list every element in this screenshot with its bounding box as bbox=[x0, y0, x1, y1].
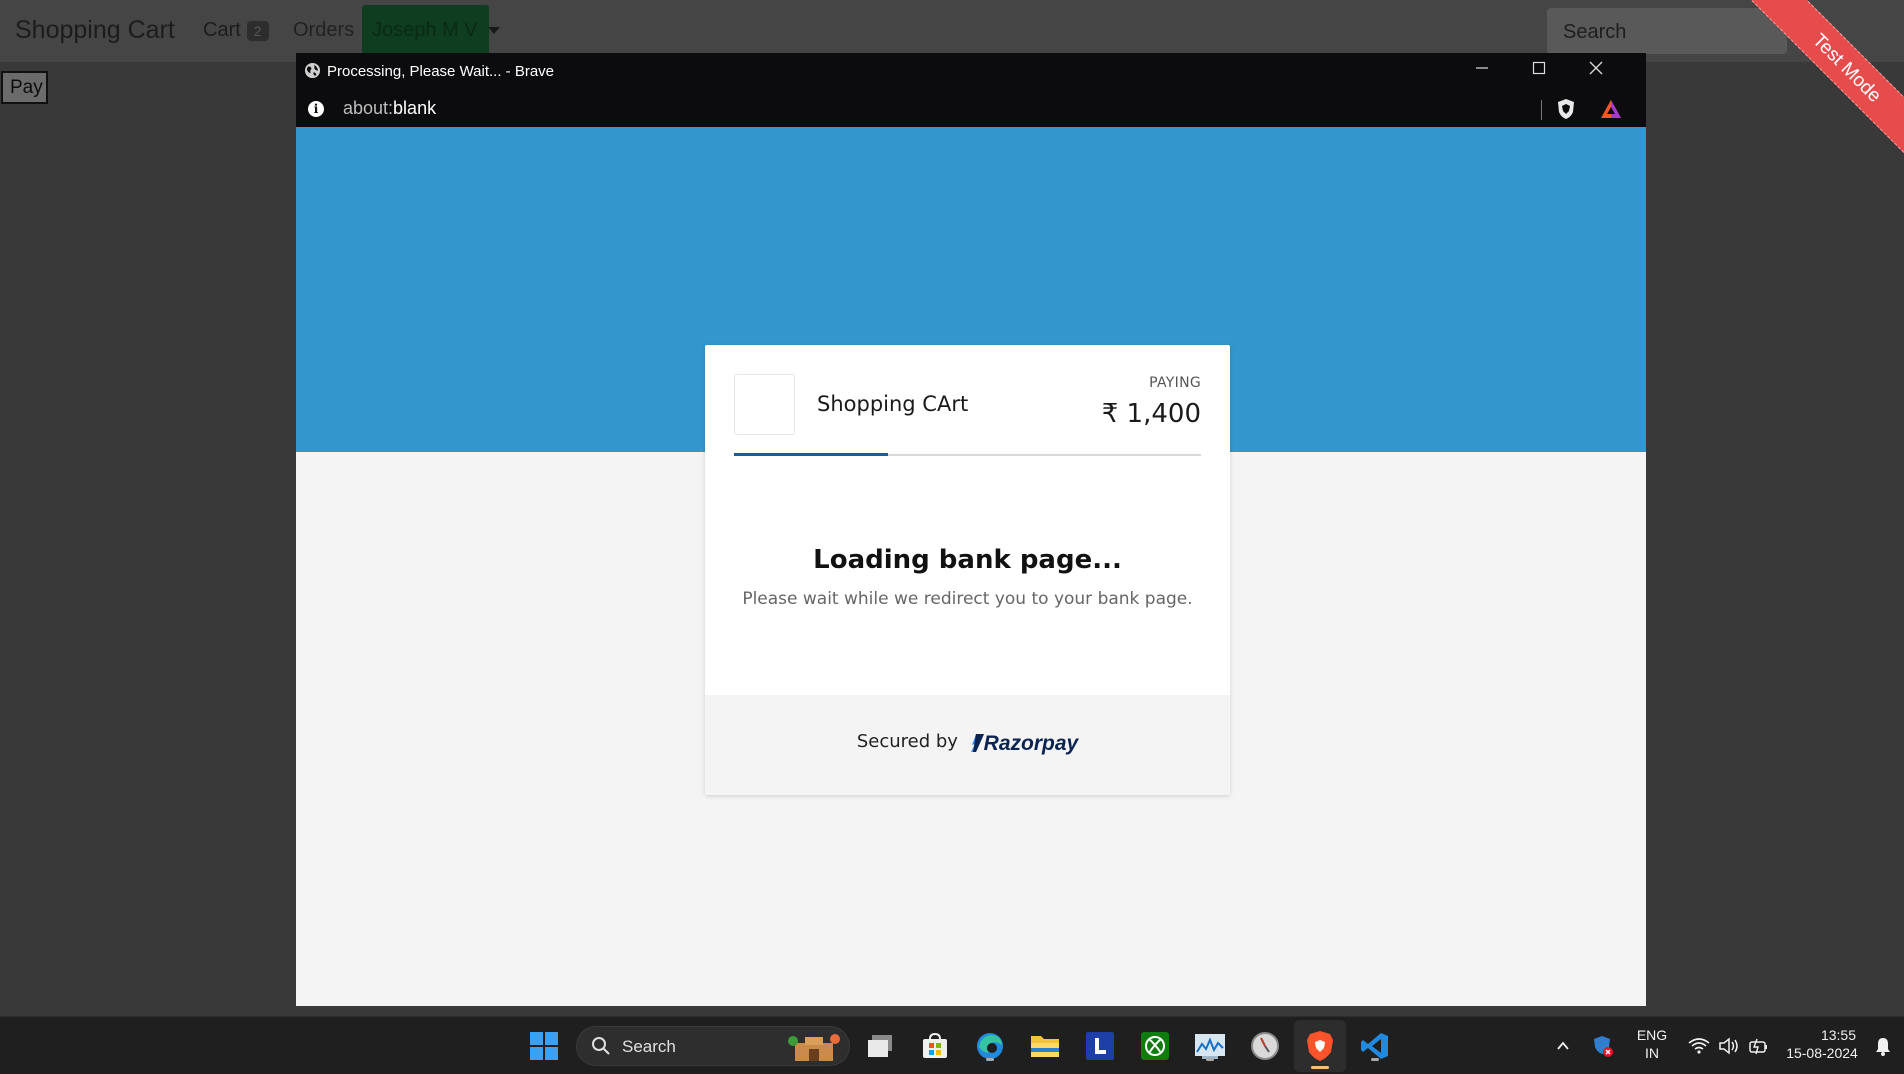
brave-shields-icon[interactable] bbox=[1556, 98, 1576, 120]
url-scheme: about: bbox=[343, 98, 394, 118]
razorpay-mark-icon bbox=[970, 734, 984, 752]
razorpay-logo: Razorpay bbox=[970, 732, 1079, 756]
clock-date: 15-08-2024 bbox=[1786, 1045, 1858, 1061]
l-app-icon[interactable] bbox=[1082, 1028, 1118, 1064]
navbar-brand: Shopping Cart bbox=[15, 16, 175, 44]
clock-app-icon[interactable] bbox=[1247, 1028, 1283, 1064]
windows-taskbar: Search ENG IN 13:55 15-08-2024 bbox=[0, 1016, 1904, 1074]
maximize-button[interactable] bbox=[1526, 59, 1552, 83]
minimize-button[interactable] bbox=[1469, 59, 1495, 83]
xbox-icon[interactable] bbox=[1137, 1028, 1173, 1064]
nav-cart-label: Cart bbox=[203, 19, 241, 41]
battery-charging-icon bbox=[1749, 1038, 1767, 1055]
pay-button: Pay bbox=[1, 71, 48, 104]
nav-cart-link: Cart 2 bbox=[203, 19, 269, 42]
bell-icon bbox=[1876, 1038, 1890, 1056]
paying-label: PAYING bbox=[1149, 375, 1201, 391]
site-info-icon[interactable]: i bbox=[308, 101, 324, 117]
url-text[interactable]: about:blank bbox=[343, 98, 436, 119]
maximize-icon bbox=[1532, 61, 1546, 75]
brave-icon bbox=[1302, 1028, 1338, 1064]
progress-bar bbox=[734, 453, 1201, 456]
task-view-icon[interactable] bbox=[862, 1028, 898, 1064]
chevron-up-icon bbox=[1557, 1041, 1569, 1050]
microsoft-store-icon[interactable] bbox=[917, 1028, 953, 1064]
show-hidden-icons-button[interactable] bbox=[1545, 1028, 1581, 1064]
vscode-running-indicator bbox=[1371, 1058, 1379, 1061]
file-explorer-icon[interactable] bbox=[1027, 1028, 1063, 1064]
user-dropdown: Joseph M V bbox=[362, 5, 489, 55]
payment-amount: ₹ 1,400 bbox=[1101, 399, 1201, 429]
nav-orders-link: Orders bbox=[293, 19, 355, 41]
razorpay-checkout-card: Shopping CArt PAYING ₹ 1,400 Loading ban… bbox=[705, 345, 1230, 795]
clock-time: 13:55 bbox=[1820, 1027, 1856, 1043]
windows-start-icon[interactable] bbox=[526, 1028, 562, 1064]
merchant-name: Shopping CArt bbox=[817, 392, 969, 416]
payment-popup-window: Processing, Please Wait... - Brave i abo… bbox=[296, 53, 1646, 1006]
window-titlebar[interactable]: Processing, Please Wait... - Brave bbox=[296, 53, 1646, 89]
edge-icon[interactable] bbox=[972, 1028, 1008, 1064]
taskbar-search-box[interactable]: Search bbox=[576, 1026, 850, 1066]
defender-warning-icon[interactable] bbox=[1585, 1028, 1621, 1064]
close-button[interactable] bbox=[1583, 59, 1609, 83]
address-bar[interactable]: i about:blank bbox=[296, 89, 1646, 127]
quick-settings-button[interactable] bbox=[1684, 1028, 1774, 1064]
razorpay-wordmark: Razorpay bbox=[983, 732, 1079, 755]
search-highlight-icon bbox=[788, 1034, 840, 1061]
address-bar-divider bbox=[1541, 100, 1542, 120]
test-mode-label: Test Mode bbox=[1751, 0, 1904, 160]
secured-by-label: Secured by bbox=[856, 731, 958, 752]
brave-active-indicator bbox=[1311, 1066, 1329, 1069]
globe-icon bbox=[304, 62, 321, 79]
merchant-logo bbox=[734, 374, 795, 435]
notifications-button[interactable] bbox=[1868, 1028, 1898, 1064]
loading-subtitle: Please wait while we redirect you to you… bbox=[742, 589, 1193, 609]
cart-count-badge: 2 bbox=[246, 20, 269, 41]
search-icon bbox=[592, 1037, 610, 1055]
secured-by-text: Secured by Razorpay bbox=[705, 731, 1230, 756]
edge-running-indicator bbox=[986, 1058, 994, 1061]
window-title: Processing, Please Wait... - Brave bbox=[327, 63, 555, 80]
test-mode-ribbon: Test Mode bbox=[1744, 0, 1904, 160]
language-indicator[interactable]: ENG IN bbox=[1632, 1026, 1672, 1062]
brave-rewards-icon[interactable] bbox=[1600, 99, 1622, 119]
resource-monitor-icon[interactable] bbox=[1192, 1028, 1228, 1064]
close-icon bbox=[1589, 61, 1603, 75]
language-code: ENG bbox=[1636, 1027, 1668, 1043]
url-path: blank bbox=[393, 98, 437, 118]
wifi-icon bbox=[1688, 1038, 1710, 1054]
volume-icon bbox=[1719, 1037, 1738, 1055]
progress-bar-fill bbox=[734, 453, 889, 456]
user-dropdown-caret-icon bbox=[488, 27, 500, 34]
loading-title: Loading bank page... bbox=[813, 545, 1122, 575]
vscode-icon[interactable] bbox=[1357, 1028, 1393, 1064]
resource-monitor-running-indicator bbox=[1206, 1058, 1214, 1061]
taskbar-search-label: Search bbox=[622, 1037, 676, 1056]
keyboard-region: IN bbox=[1645, 1045, 1659, 1061]
minimize-icon bbox=[1476, 67, 1488, 69]
clock-date-display[interactable]: 13:55 15-08-2024 bbox=[1782, 1026, 1862, 1062]
checkout-footer: Secured by Razorpay bbox=[705, 695, 1230, 795]
brave-taskbar-button[interactable] bbox=[1294, 1020, 1346, 1072]
